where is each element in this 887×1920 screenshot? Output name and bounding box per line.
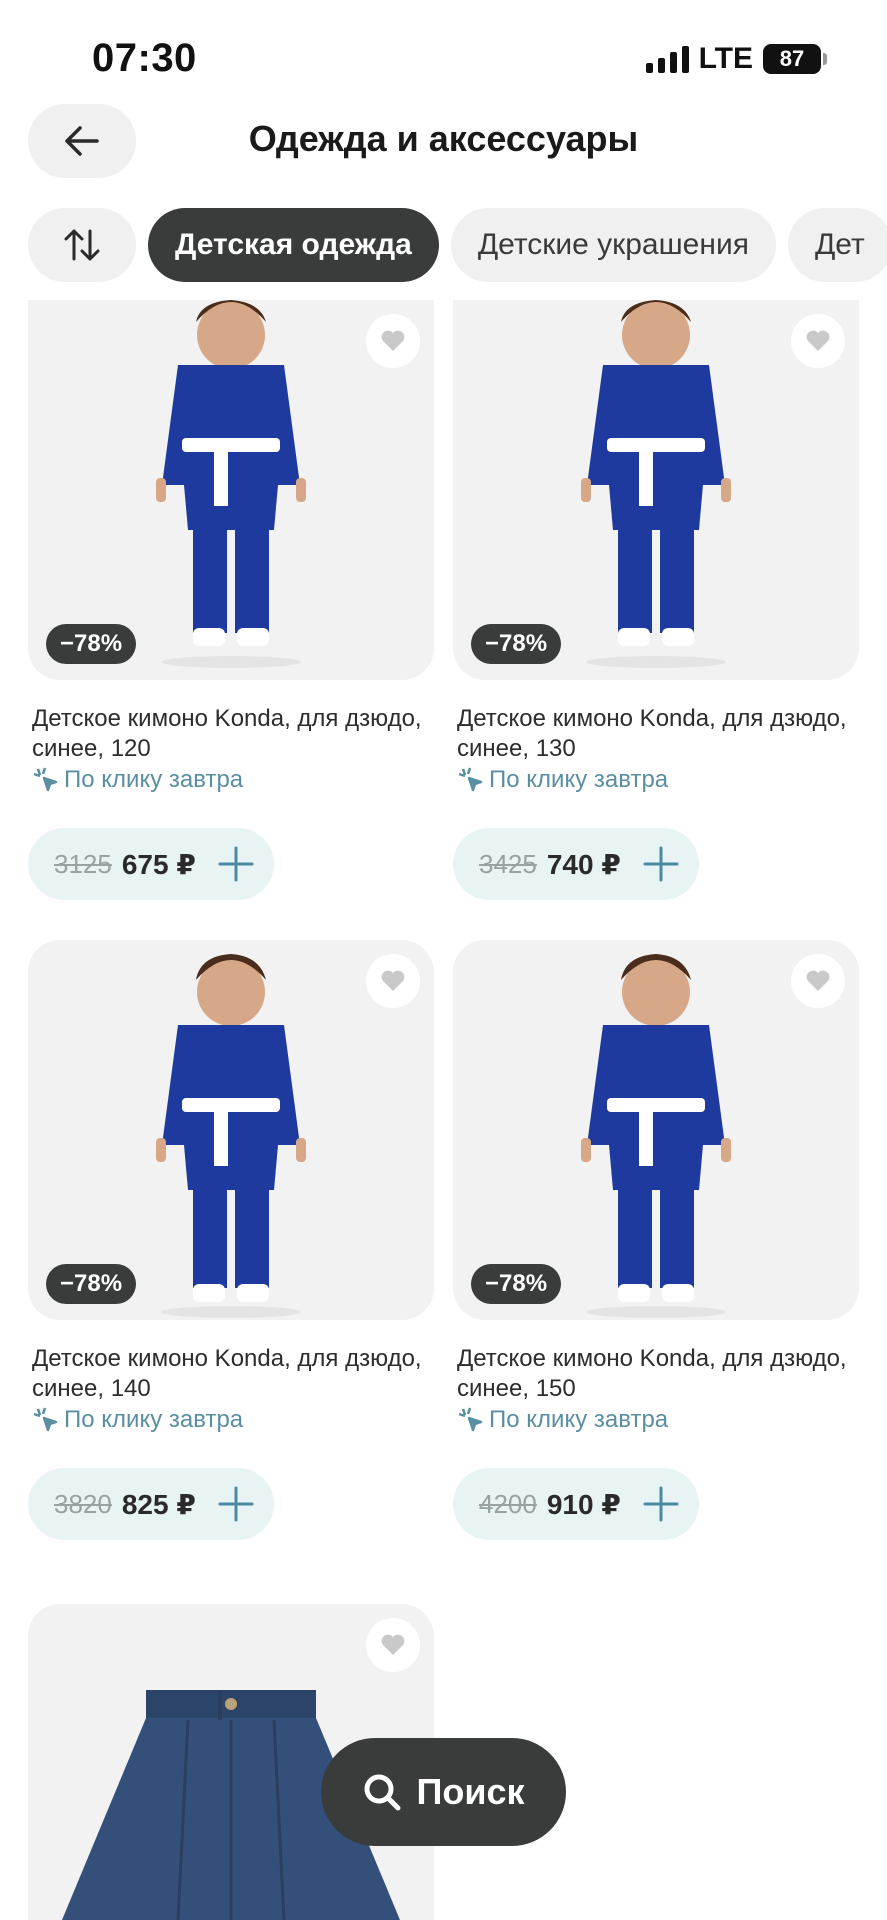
delivery-info: По клику завтра (28, 1406, 434, 1434)
category-chips: Детская одежда Детские украшения Дет (28, 208, 887, 282)
price: 825 ₽ (121, 1488, 196, 1520)
plus-icon (639, 842, 683, 886)
favorite-button[interactable] (791, 314, 845, 368)
add-to-cart-button[interactable]: 3820 825 ₽ (28, 1468, 274, 1540)
add-to-cart-button[interactable]: 3125 675 ₽ (28, 828, 274, 900)
add-to-cart-button[interactable]: 3425 740 ₽ (453, 828, 699, 900)
search-button[interactable]: Поиск (321, 1738, 566, 1846)
delivery-text: По клику завтра (64, 766, 244, 793)
delivery-text: По клику завтра (64, 1406, 244, 1433)
product-title[interactable]: Детское кимоно Konda, для дзюдо, синее, … (28, 1344, 434, 1404)
search-icon (364, 1774, 401, 1811)
old-price: 3125 (54, 848, 112, 879)
product-image[interactable]: −78% (28, 940, 434, 1320)
discount-badge: −78% (46, 1264, 137, 1304)
add-to-cart-button[interactable]: 4200 910 ₽ (453, 1468, 699, 1540)
price: 910 ₽ (546, 1488, 621, 1520)
heart-icon (806, 330, 830, 351)
product-card[interactable]: −78% Детское кимоно Konda, для дзюдо, си… (28, 300, 434, 900)
plus-icon (214, 842, 258, 886)
favorite-button[interactable] (366, 954, 420, 1008)
sort-button[interactable] (28, 208, 136, 282)
product-card[interactable]: −78% Детское кимоно Konda, для дзюдо, си… (453, 940, 859, 1540)
click-sparkle-icon (33, 1407, 58, 1432)
product-image[interactable]: −78% (453, 940, 859, 1320)
favorite-button[interactable] (366, 314, 420, 368)
click-sparkle-icon (458, 767, 483, 792)
discount-badge: −78% (471, 1264, 562, 1304)
price: 675 ₽ (121, 848, 196, 880)
product-title[interactable]: Детское кимоно Konda, для дзюдо, синее, … (453, 704, 859, 764)
heart-icon (381, 330, 405, 351)
product-title[interactable]: Детское кимоно Konda, для дзюдо, синее, … (28, 704, 434, 764)
delivery-info: По клику завтра (453, 766, 859, 794)
product-card[interactable]: −78% Детское кимоно Konda, для дзюдо, си… (28, 940, 434, 1540)
signal-icon (645, 45, 689, 73)
heart-icon (381, 970, 405, 991)
product-title[interactable]: Детское кимоно Konda, для дзюдо, синее, … (453, 1344, 859, 1404)
product-card[interactable]: −78% Детское кимоно Konda, для дзюдо, си… (453, 300, 859, 900)
discount-badge: −78% (46, 624, 137, 664)
chip-kids-jewelry[interactable]: Детские украшения (450, 208, 776, 282)
delivery-info: По клику завтра (28, 766, 434, 794)
old-price: 3820 (54, 1488, 112, 1519)
product-image[interactable]: −78% (453, 300, 859, 680)
delivery-text: По клику завтра (489, 766, 669, 793)
old-price: 3425 (479, 848, 537, 879)
arrow-left-icon (65, 126, 99, 156)
heart-icon (806, 970, 830, 991)
network-type: LTE (698, 42, 753, 75)
old-price: 4200 (479, 1488, 537, 1519)
plus-icon (214, 1482, 258, 1526)
delivery-text: По клику завтра (489, 1406, 669, 1433)
status-indicators: LTE 87 (645, 42, 827, 76)
battery-icon: 87 (763, 44, 827, 74)
plus-icon (639, 1482, 683, 1526)
search-label: Поиск (416, 1771, 525, 1812)
battery-level: 87 (763, 44, 821, 74)
click-sparkle-icon (458, 1407, 483, 1432)
status-time: 07:30 (92, 36, 197, 80)
back-button[interactable] (28, 104, 136, 178)
price: 740 ₽ (546, 848, 621, 880)
delivery-info: По клику завтра (453, 1406, 859, 1434)
chip-kids-clothing[interactable]: Детская одежда (148, 208, 439, 282)
status-bar: 07:30 LTE 87 (0, 0, 887, 110)
favorite-button[interactable] (791, 954, 845, 1008)
heart-icon (381, 1634, 405, 1655)
sort-arrows-icon (64, 229, 100, 261)
product-image[interactable]: −78% (28, 300, 434, 680)
discount-badge: −78% (471, 624, 562, 664)
favorite-button[interactable] (366, 1618, 420, 1672)
chip-more[interactable]: Дет (787, 208, 887, 282)
click-sparkle-icon (33, 767, 58, 792)
